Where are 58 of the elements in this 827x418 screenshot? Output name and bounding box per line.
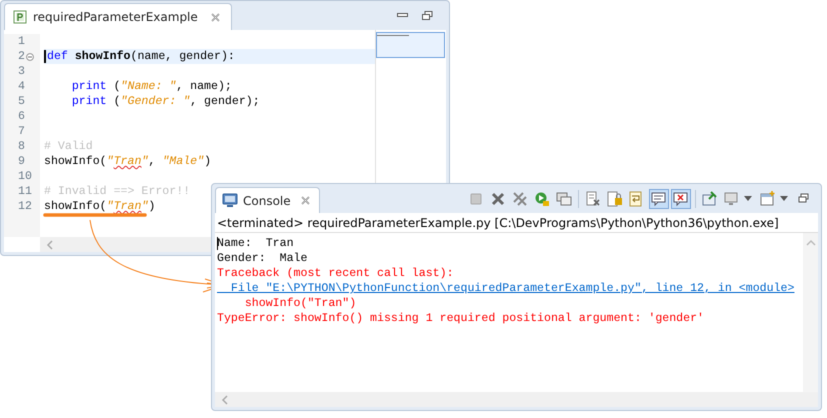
line-number: 7 [18,124,25,139]
process-status: <terminated> requiredParameterExample.py [C:\DevPrograms\Python\Python36\python.exe] [215,213,818,233]
console-output-line: Traceback (most recent call last): [217,266,455,281]
line-number: 1 [18,34,25,49]
console-tab[interactable]: Console [215,187,320,213]
line-number: 2 [18,49,25,64]
dropdown-caret-icon[interactable] [744,196,752,201]
remove-icon [490,190,506,206]
stderr-icon [673,190,689,206]
line-number: 9 [18,154,25,169]
python-file-icon [13,10,27,24]
console-output-line: TypeError: showInfo() missing 1 required positional argument: 'gender' [217,311,706,326]
horizontal-scrollbar[interactable] [40,237,211,252]
scroll-left-icon[interactable] [46,240,54,250]
fold-icon[interactable] [26,52,34,60]
relaunch-icon [534,190,550,206]
line-number: 10 [18,169,32,184]
close-icon[interactable] [210,12,221,22]
file-link[interactable]: File "E:\PYTHON\PythonFunction\requiredParameterExample.py", line 12, in <module> [217,281,803,296]
line-number: 3 [18,64,25,79]
code-line: print ("Name: ", name); [70,79,232,94]
line-number: 4 [18,79,25,94]
terminate-icon [468,190,484,206]
dropdown-caret-icon[interactable] [780,196,788,201]
open-console-icon [724,190,740,206]
scroll-lock-button[interactable] [605,188,625,208]
code-line: def showInfo(name, gender): [47,49,235,64]
scroll-left-icon[interactable] [221,394,229,404]
vertical-scrollbar[interactable] [803,233,818,392]
pin-icon [702,190,718,206]
minimize-icon[interactable] [397,10,408,18]
line-number: 8 [18,139,25,154]
remove-all-icon [512,190,528,206]
close-icon[interactable] [300,195,311,206]
console-output-line: Gender: Male [217,251,308,266]
console-output-line: showInfo("Tran") [244,296,358,311]
code-line: # Invalid ==> Error!! [44,184,190,199]
new-console-icon [760,190,776,206]
code-line: showInfo("Tran") [44,199,156,214]
line-number: 11 [18,184,32,199]
line-number: 5 [18,94,25,109]
line-number: 6 [18,109,25,124]
line-number: 12 [18,199,32,214]
code-line: showInfo("Tran", "Male") [44,154,212,169]
stdout-icon [651,190,667,206]
display-icon [556,190,572,206]
viewport-indicator[interactable] [376,32,445,58]
editor-tab[interactable]: requiredParameterExample [4,3,232,30]
horizontal-scrollbar[interactable] [215,392,818,407]
console-output-line: Name: Tran [217,236,295,251]
monitor-icon [222,193,238,208]
scroll-lock-icon [607,190,623,206]
clear-icon [585,190,601,206]
code-line: print ("Gender: ", gender); [70,94,260,109]
maximize-icon[interactable] [422,10,433,20]
stdout-button[interactable] [649,188,669,208]
stderr-button[interactable] [671,188,691,208]
code-line: # Valid [44,139,93,154]
